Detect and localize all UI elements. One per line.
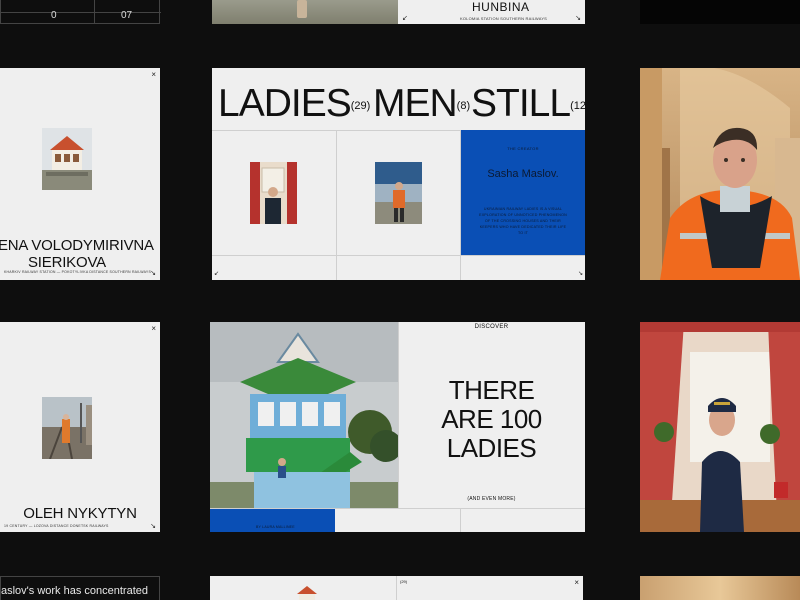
counter-value-1: 0 bbox=[51, 10, 57, 21]
arrow-icon[interactable]: ↙ bbox=[214, 270, 219, 277]
bottom-right-photo[interactable] bbox=[640, 576, 800, 600]
top-card-sub: KOLOMIA STATION SOUTHERN RAILWAYS bbox=[460, 16, 548, 21]
lady-portrait-photo[interactable] bbox=[250, 162, 297, 224]
top-center-card[interactable]: HUNBINA KOLOMIA STATION SOUTHERN RAILWAY… bbox=[212, 0, 585, 24]
counter-value-2: 07 bbox=[121, 10, 133, 21]
portrait-name: OLEH NYKYTYN bbox=[23, 505, 137, 522]
category-count: (29) bbox=[350, 100, 371, 112]
arrow-icon[interactable]: ↘ bbox=[575, 14, 581, 22]
category-still[interactable]: STILL(12) bbox=[471, 82, 585, 126]
man-portrait-photo[interactable] bbox=[375, 162, 422, 224]
arrow-icon[interactable]: ↘ bbox=[150, 522, 156, 530]
creator-label: THE CREATOR bbox=[507, 146, 539, 151]
discover-label: DISCOVER bbox=[474, 324, 509, 330]
category-hero-card: LADIES(29) MEN(8) STILL(12) bbox=[212, 68, 585, 280]
portrait-card-nykytyn[interactable]: × OLEH NYKYTYN 19 CENTURY — LOZOVA DISTA… bbox=[0, 322, 160, 532]
discover-headline: THERE ARE 100 LADIES bbox=[441, 375, 542, 463]
arrow-icon[interactable]: ↘ bbox=[578, 270, 583, 277]
close-icon[interactable]: × bbox=[574, 578, 579, 587]
orange-jacket-portrait[interactable] bbox=[640, 68, 800, 280]
top-photo bbox=[212, 0, 398, 24]
discover-card: DISCOVER THERE ARE 100 LADIES (AND EVEN … bbox=[210, 322, 585, 532]
top-card-title: HUNBINA bbox=[472, 0, 530, 14]
category-count: (8) bbox=[456, 100, 471, 112]
station-house-photo[interactable] bbox=[210, 322, 398, 508]
quote-strip: aslov's work has concentrated bbox=[0, 576, 160, 600]
category-men[interactable]: MEN(8) bbox=[373, 82, 470, 126]
crossing-house-photo bbox=[297, 586, 317, 600]
top-left-counter: 0 07 bbox=[0, 0, 161, 24]
category-count: (12) bbox=[570, 100, 585, 112]
close-icon[interactable]: × bbox=[151, 70, 156, 79]
top-right-block bbox=[640, 0, 800, 24]
arrow-icon[interactable]: ↙ bbox=[402, 14, 408, 22]
portrait-card-sierikova[interactable]: × ENA VOLODYMIRIVNA SIERIKOVA KHARKIV RA… bbox=[0, 68, 160, 280]
creator-name: Sasha Maslov. bbox=[487, 168, 559, 180]
close-icon[interactable]: × bbox=[151, 324, 156, 333]
railway-photo bbox=[42, 397, 92, 459]
arrow-icon[interactable]: ↘ bbox=[150, 269, 156, 277]
portrait-caption: 19 CENTURY — LOZOVA DISTANCE DONETSK RAI… bbox=[4, 524, 109, 528]
crossing-house-photo bbox=[42, 128, 92, 190]
discover-footer-link[interactable]: BY LAURA MALLINEE bbox=[210, 509, 335, 532]
discover-subtext: (AND EVEN MORE) bbox=[467, 496, 516, 502]
category-ladies[interactable]: LADIES(29) bbox=[218, 82, 370, 126]
creator-description: UKRAINIAN RAILWAY LADIES IS A VISUAL EXP… bbox=[479, 207, 567, 235]
mini-count: (29) bbox=[400, 579, 408, 584]
creator-panel[interactable]: THE CREATOR Sasha Maslov. UKRAINIAN RAIL… bbox=[461, 130, 585, 255]
bottom-center-card[interactable]: (29) × bbox=[210, 576, 583, 600]
quote-text: aslov's work has concentrated bbox=[1, 585, 149, 597]
portrait-name: ENA VOLODYMIRIVNA SIERIKOVA bbox=[0, 237, 154, 271]
lady-uniform-portrait[interactable] bbox=[640, 322, 800, 532]
portrait-caption: KHARKIV RAILWAY STATION — POKOTYLIVKA DI… bbox=[4, 270, 151, 274]
